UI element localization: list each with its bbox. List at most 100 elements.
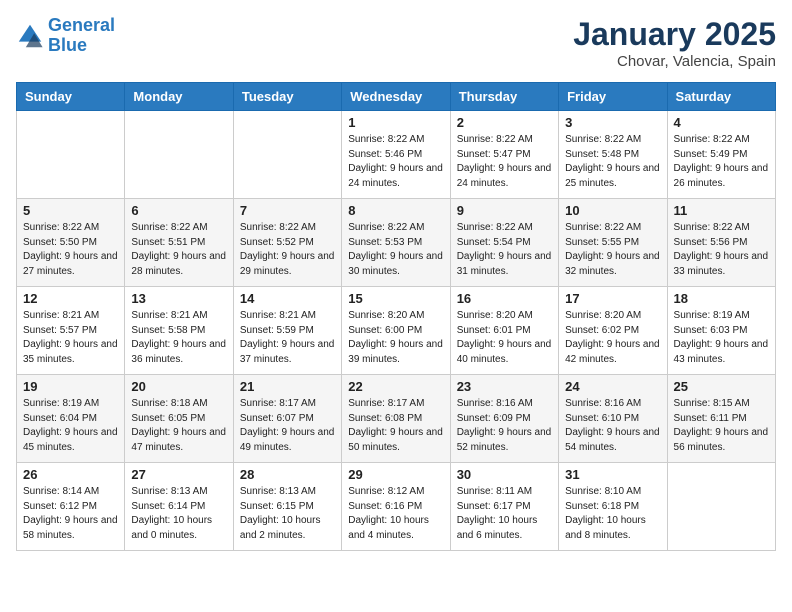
day-info: Sunrise: 8:22 AM Sunset: 5:52 PM Dayligh… — [240, 221, 335, 279]
day-number: 2 — [457, 115, 552, 130]
day-info: Sunrise: 8:14 AM Sunset: 6:12 PM Dayligh… — [23, 485, 118, 543]
calendar-cell: 25 Sunrise: 8:15 AM Sunset: 6:11 PM Dayli… — [667, 375, 775, 463]
calendar-cell: 27Sunrise: 8:13 AM Sunset: 6:14 PM Dayli… — [125, 463, 233, 551]
calendar-week-row: 12Sunrise: 8:21 AM Sunset: 5:57 PM Dayli… — [17, 287, 776, 375]
weekday-header: Saturday — [667, 83, 775, 111]
day-number: 29 — [348, 467, 443, 482]
day-number: 16 — [457, 291, 552, 306]
day-number: 23 — [457, 379, 552, 394]
day-info: Sunrise: 8:22 AM Sunset: 5:47 PM Dayligh… — [457, 133, 552, 191]
day-number: 25 — [674, 379, 769, 394]
day-number: 27 — [131, 467, 226, 482]
day-number: 31 — [565, 467, 660, 482]
location-subtitle: Chovar, Valencia, Spain — [573, 53, 776, 70]
day-info: Sunrise: 8:22 AM Sunset: 5:48 PM Dayligh… — [565, 133, 660, 191]
calendar-week-row: 19 Sunrise: 8:19 AM Sunset: 6:04 PM Dayli… — [17, 375, 776, 463]
weekday-header: Sunday — [17, 83, 125, 111]
weekday-header-row: SundayMondayTuesdayWednesdayThursdayFrid… — [17, 83, 776, 111]
weekday-header: Monday — [125, 83, 233, 111]
page-header: General Blue January 2025 Chovar, Valenc… — [16, 16, 776, 70]
calendar-cell: 3Sunrise: 8:22 AM Sunset: 5:48 PM Daylig… — [559, 111, 667, 199]
calendar-cell: 30 Sunrise: 8:11 AM Sunset: 6:17 PM Dayli… — [450, 463, 558, 551]
day-info: Sunrise: 8:22 AM Sunset: 5:50 PM Dayligh… — [23, 221, 118, 279]
calendar-table: SundayMondayTuesdayWednesdayThursdayFrid… — [16, 82, 776, 551]
day-info: Sunrise: 8:20 AM Sunset: 6:00 PM Dayligh… — [348, 309, 443, 367]
calendar-cell: 6 Sunrise: 8:22 AM Sunset: 5:51 PM Daylig… — [125, 199, 233, 287]
title-block: January 2025 Chovar, Valencia, Spain — [573, 16, 776, 70]
day-info: Sunrise: 8:20 AM Sunset: 6:02 PM Dayligh… — [565, 309, 660, 367]
calendar-week-row: 26 Sunrise: 8:14 AM Sunset: 6:12 PM Dayli… — [17, 463, 776, 551]
calendar-cell — [17, 111, 125, 199]
day-info: Sunrise: 8:22 AM Sunset: 5:51 PM Dayligh… — [131, 221, 226, 279]
day-number: 26 — [23, 467, 118, 482]
calendar-cell: 1 Sunrise: 8:22 AM Sunset: 5:46 PM Daylig… — [342, 111, 450, 199]
day-number: 4 — [674, 115, 769, 130]
calendar-cell: 20 Sunrise: 8:18 AM Sunset: 6:05 PM Dayli… — [125, 375, 233, 463]
calendar-cell: 26 Sunrise: 8:14 AM Sunset: 6:12 PM Dayli… — [17, 463, 125, 551]
day-info: Sunrise: 8:21 AM Sunset: 5:58 PM Dayligh… — [131, 309, 226, 367]
day-number: 19 — [23, 379, 118, 394]
day-info: Sunrise: 8:17 AM Sunset: 6:07 PM Dayligh… — [240, 397, 335, 455]
day-info: Sunrise: 8:12 AM Sunset: 6:16 PM Dayligh… — [348, 485, 443, 543]
weekday-header: Friday — [559, 83, 667, 111]
weekday-header: Tuesday — [233, 83, 341, 111]
logo-text: General Blue — [48, 16, 115, 56]
day-info: Sunrise: 8:11 AM Sunset: 6:17 PM Dayligh… — [457, 485, 552, 543]
day-number: 28 — [240, 467, 335, 482]
calendar-cell: 16 Sunrise: 8:20 AM Sunset: 6:01 PM Dayli… — [450, 287, 558, 375]
day-info: Sunrise: 8:22 AM Sunset: 5:49 PM Dayligh… — [674, 133, 769, 191]
day-number: 11 — [674, 203, 769, 218]
calendar-cell: 13Sunrise: 8:21 AM Sunset: 5:58 PM Dayli… — [125, 287, 233, 375]
day-number: 6 — [131, 203, 226, 218]
day-info: Sunrise: 8:15 AM Sunset: 6:11 PM Dayligh… — [674, 397, 769, 455]
day-info: Sunrise: 8:13 AM Sunset: 6:15 PM Dayligh… — [240, 485, 335, 543]
day-info: Sunrise: 8:19 AM Sunset: 6:04 PM Dayligh… — [23, 397, 118, 455]
day-number: 14 — [240, 291, 335, 306]
day-info: Sunrise: 8:19 AM Sunset: 6:03 PM Dayligh… — [674, 309, 769, 367]
day-number: 12 — [23, 291, 118, 306]
day-number: 9 — [457, 203, 552, 218]
calendar-cell: 7 Sunrise: 8:22 AM Sunset: 5:52 PM Daylig… — [233, 199, 341, 287]
day-info: Sunrise: 8:21 AM Sunset: 5:59 PM Dayligh… — [240, 309, 335, 367]
day-info: Sunrise: 8:22 AM Sunset: 5:46 PM Dayligh… — [348, 133, 443, 191]
day-number: 5 — [23, 203, 118, 218]
day-info: Sunrise: 8:22 AM Sunset: 5:54 PM Dayligh… — [457, 221, 552, 279]
weekday-header: Thursday — [450, 83, 558, 111]
day-number: 1 — [348, 115, 443, 130]
day-number: 7 — [240, 203, 335, 218]
calendar-cell: 21Sunrise: 8:17 AM Sunset: 6:07 PM Dayli… — [233, 375, 341, 463]
calendar-cell: 22Sunrise: 8:17 AM Sunset: 6:08 PM Dayli… — [342, 375, 450, 463]
calendar-cell: 15Sunrise: 8:20 AM Sunset: 6:00 PM Dayli… — [342, 287, 450, 375]
calendar-week-row: 1 Sunrise: 8:22 AM Sunset: 5:46 PM Daylig… — [17, 111, 776, 199]
calendar-week-row: 5 Sunrise: 8:22 AM Sunset: 5:50 PM Daylig… — [17, 199, 776, 287]
day-info: Sunrise: 8:16 AM Sunset: 6:09 PM Dayligh… — [457, 397, 552, 455]
calendar-cell — [667, 463, 775, 551]
day-info: Sunrise: 8:16 AM Sunset: 6:10 PM Dayligh… — [565, 397, 660, 455]
day-number: 17 — [565, 291, 660, 306]
day-number: 30 — [457, 467, 552, 482]
calendar-cell: 23 Sunrise: 8:16 AM Sunset: 6:09 PM Dayli… — [450, 375, 558, 463]
day-info: Sunrise: 8:22 AM Sunset: 5:53 PM Dayligh… — [348, 221, 443, 279]
day-number: 24 — [565, 379, 660, 394]
day-number: 20 — [131, 379, 226, 394]
calendar-cell: 10Sunrise: 8:22 AM Sunset: 5:55 PM Dayli… — [559, 199, 667, 287]
day-info: Sunrise: 8:18 AM Sunset: 6:05 PM Dayligh… — [131, 397, 226, 455]
day-info: Sunrise: 8:22 AM Sunset: 5:55 PM Dayligh… — [565, 221, 660, 279]
logo: General Blue — [16, 16, 115, 56]
day-info: Sunrise: 8:17 AM Sunset: 6:08 PM Dayligh… — [348, 397, 443, 455]
calendar-cell: 12Sunrise: 8:21 AM Sunset: 5:57 PM Dayli… — [17, 287, 125, 375]
calendar-cell: 31Sunrise: 8:10 AM Sunset: 6:18 PM Dayli… — [559, 463, 667, 551]
calendar-cell: 19 Sunrise: 8:19 AM Sunset: 6:04 PM Dayli… — [17, 375, 125, 463]
calendar-cell: 5 Sunrise: 8:22 AM Sunset: 5:50 PM Daylig… — [17, 199, 125, 287]
calendar-cell — [125, 111, 233, 199]
calendar-cell: 2 Sunrise: 8:22 AM Sunset: 5:47 PM Daylig… — [450, 111, 558, 199]
day-info: Sunrise: 8:20 AM Sunset: 6:01 PM Dayligh… — [457, 309, 552, 367]
day-number: 18 — [674, 291, 769, 306]
weekday-header: Wednesday — [342, 83, 450, 111]
calendar-cell: 29 Sunrise: 8:12 AM Sunset: 6:16 PM Dayli… — [342, 463, 450, 551]
calendar-cell: 18 Sunrise: 8:19 AM Sunset: 6:03 PM Dayli… — [667, 287, 775, 375]
day-info: Sunrise: 8:22 AM Sunset: 5:56 PM Dayligh… — [674, 221, 769, 279]
calendar-cell: 14 Sunrise: 8:21 AM Sunset: 5:59 PM Dayli… — [233, 287, 341, 375]
calendar-cell: 9 Sunrise: 8:22 AM Sunset: 5:54 PM Daylig… — [450, 199, 558, 287]
day-number: 8 — [348, 203, 443, 218]
